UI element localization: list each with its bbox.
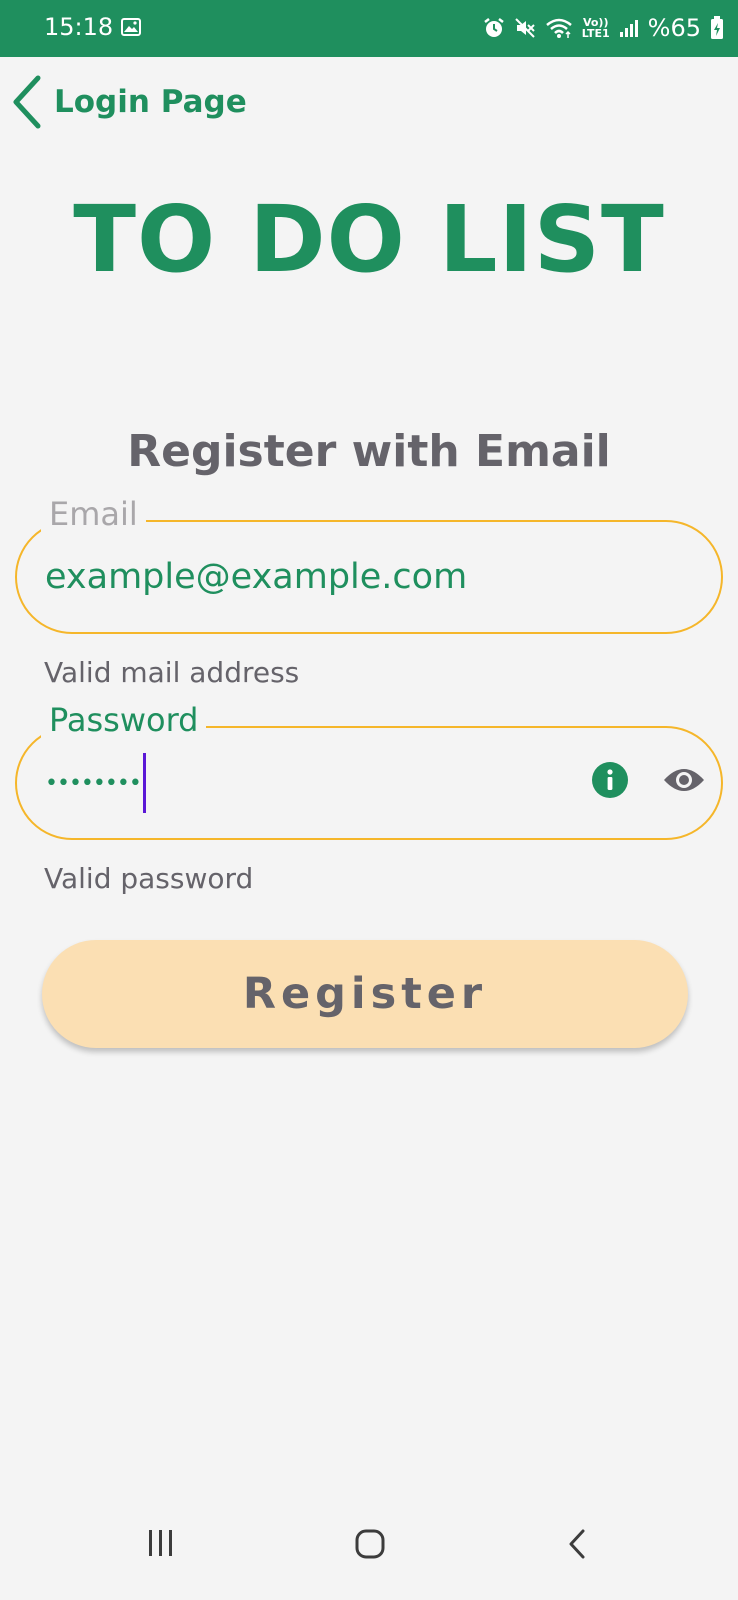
status-bar: 15:18 Vo)) LTE1 %65 xyxy=(0,0,738,57)
wifi-icon xyxy=(545,18,572,38)
eye-icon[interactable] xyxy=(662,766,706,794)
password-value[interactable]: •••••••• xyxy=(45,753,146,813)
home-icon[interactable] xyxy=(354,1528,386,1560)
password-label: Password xyxy=(41,698,207,742)
status-time: 15:18 xyxy=(44,13,114,41)
alarm-icon xyxy=(484,18,504,37)
text-cursor xyxy=(142,753,146,813)
email-field[interactable]: Email example@example.com xyxy=(15,492,723,634)
app-title: TO DO LIST xyxy=(73,186,665,293)
info-icon[interactable] xyxy=(591,761,629,799)
back-label: Login Page xyxy=(54,84,247,120)
email-helper-text: Valid mail address xyxy=(44,656,300,689)
back-icon[interactable] xyxy=(566,1528,588,1560)
battery-icon xyxy=(711,16,723,39)
status-icons: Vo)) LTE1 %65 xyxy=(483,10,724,46)
back-to-login-link[interactable]: Login Page xyxy=(10,74,247,130)
mute-icon xyxy=(515,18,535,38)
register-heading: Register with Email xyxy=(127,426,611,477)
email-label: Email xyxy=(41,492,146,536)
password-field[interactable]: Password •••••••• xyxy=(15,698,723,840)
chevron-left-icon xyxy=(13,75,41,129)
signal-icon xyxy=(619,20,638,37)
register-button[interactable]: Register xyxy=(42,940,688,1048)
password-helper-text: Valid password xyxy=(44,862,254,895)
gallery-icon xyxy=(121,18,141,36)
volte-icon: Vo)) LTE1 xyxy=(582,17,610,39)
email-value[interactable]: example@example.com xyxy=(45,552,467,602)
system-nav-bar xyxy=(0,1500,738,1600)
battery-percent: %65 xyxy=(647,14,701,42)
volte-bottom: LTE1 xyxy=(581,27,610,40)
password-masked-text: •••••••• xyxy=(45,770,142,796)
recent-apps-icon[interactable] xyxy=(147,1528,175,1558)
